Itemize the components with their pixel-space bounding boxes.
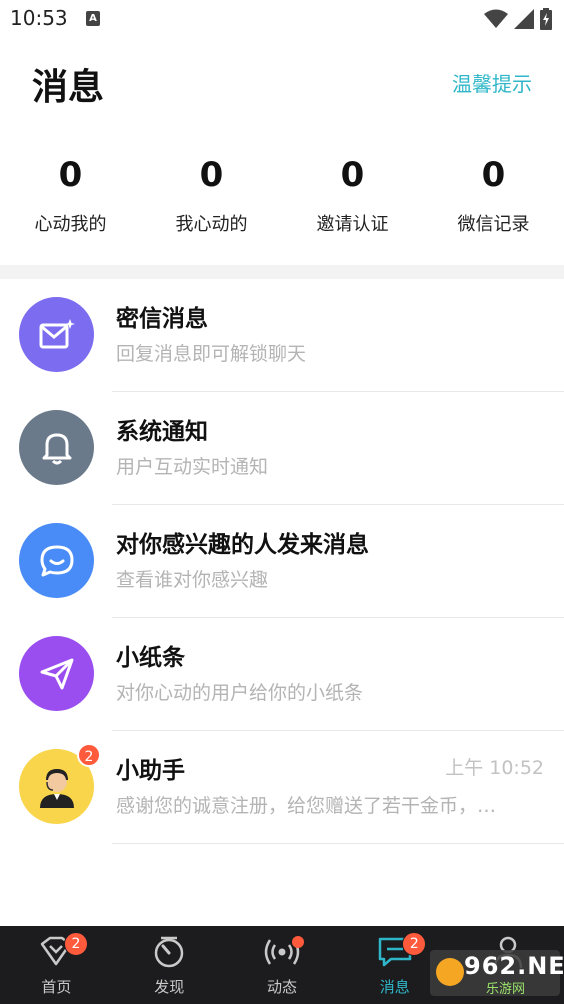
tab-badge: 2 <box>64 932 88 956</box>
message-item-interest[interactable]: 对你感兴趣的人发来消息 查看谁对你感兴趣 <box>0 505 564 618</box>
unread-badge: 2 <box>77 743 101 767</box>
stat-label: 我心动的 <box>175 214 248 235</box>
message-subtitle: 查看谁对你感兴趣 <box>116 569 269 591</box>
status-icons <box>484 8 552 30</box>
discover-icon <box>154 936 184 968</box>
stat-label: 邀请认证 <box>316 214 389 235</box>
tips-link[interactable]: 温馨提示 <box>452 68 532 97</box>
wifi-icon <box>484 9 508 28</box>
message-item-system[interactable]: 系统通知 用户互动实时通知 <box>0 392 564 505</box>
battery-icon <box>540 8 552 30</box>
stat-label: 心动我的 <box>34 214 107 235</box>
watermark-sub: 乐游网 <box>486 982 526 997</box>
divider <box>112 843 564 844</box>
tab-dot <box>291 936 304 948</box>
stat-wechat-records[interactable]: 0 微信记录 <box>423 150 564 250</box>
signal-icon <box>514 9 534 29</box>
mail-sparkle-icon <box>19 297 94 372</box>
stat-invite-verify[interactable]: 0 邀请认证 <box>282 150 423 250</box>
page-title: 消息 <box>32 67 105 108</box>
status-time: 10:53 <box>10 6 68 30</box>
message-title: 对你感兴趣的人发来消息 <box>116 532 369 558</box>
watermark: 962.NET 乐游网 <box>430 950 564 997</box>
stat-value: 0 <box>481 155 506 195</box>
notification-icon: A <box>86 11 100 26</box>
message-subtitle: 感谢您的诚意注册，给您赠送了若干金币，… <box>116 795 497 817</box>
watermark-main: 962.NET <box>464 952 564 980</box>
status-bar: 10:53 A <box>0 0 564 38</box>
stat-i-liked[interactable]: 0 我心动的 <box>141 150 282 250</box>
message-title: 系统通知 <box>116 419 208 445</box>
tab-home[interactable]: 2 首页 <box>0 926 113 1004</box>
stat-value: 0 <box>340 155 365 195</box>
message-item-secret[interactable]: 密信消息 回复消息即可解锁聊天 <box>0 279 564 392</box>
message-title: 小纸条 <box>116 645 185 671</box>
tab-label: 动态 <box>266 978 297 996</box>
tab-discover[interactable]: 发现 <box>113 926 226 1004</box>
message-title: 小助手 <box>116 758 185 784</box>
tab-moments[interactable]: 动态 <box>226 926 339 1004</box>
watermark-logo-icon <box>436 958 464 986</box>
paper-plane-icon <box>19 636 94 711</box>
tab-badge: 2 <box>402 932 427 956</box>
tab-label: 首页 <box>41 978 72 996</box>
chat-smile-icon <box>19 523 94 598</box>
message-subtitle: 回复消息即可解锁聊天 <box>116 343 307 365</box>
tab-label: 发现 <box>154 978 185 996</box>
message-subtitle: 对你心动的用户给你的小纸条 <box>116 682 364 704</box>
section-divider <box>0 265 564 279</box>
message-list: 密信消息 回复消息即可解锁聊天 系统通知 用户互动实时通知 对你感兴趣的人发来消… <box>0 279 564 844</box>
stat-label: 微信记录 <box>457 214 530 235</box>
message-subtitle: 用户互动实时通知 <box>116 456 269 478</box>
message-time: 上午 10:52 <box>445 757 544 779</box>
stat-value: 0 <box>199 155 224 195</box>
stat-liked-me[interactable]: 0 心动我的 <box>0 150 141 250</box>
message-item-assistant[interactable]: 2 小助手 上午 10:52 感谢您的诚意注册，给您赠送了若干金币，… <box>0 731 564 844</box>
bottom-tab-bar: 2 首页 发现 动态 2 消息 962.NET 乐游网 <box>0 926 564 1004</box>
stats-row: 0 心动我的 0 我心动的 0 邀请认证 0 微信记录 <box>0 150 564 250</box>
message-title: 密信消息 <box>116 306 208 332</box>
message-item-note[interactable]: 小纸条 对你心动的用户给你的小纸条 <box>0 618 564 731</box>
bell-icon <box>19 410 94 485</box>
stat-value: 0 <box>58 155 83 195</box>
